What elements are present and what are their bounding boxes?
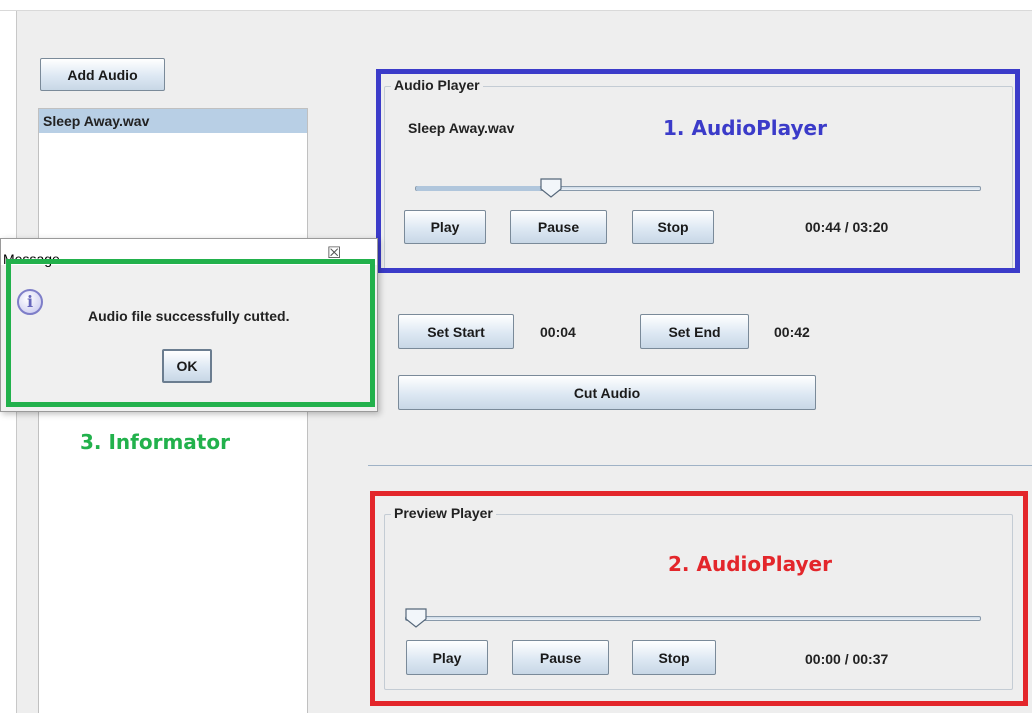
informator-annotation: 3. Informator xyxy=(80,430,230,454)
start-time-value: 00:04 xyxy=(540,324,576,340)
audio-player-highlight-box xyxy=(376,69,1020,273)
cut-audio-button[interactable]: Cut Audio xyxy=(398,375,816,410)
window-top-strip xyxy=(0,0,1032,11)
end-time-value: 00:42 xyxy=(774,324,810,340)
set-start-button[interactable]: Set Start xyxy=(398,314,514,349)
add-audio-button[interactable]: Add Audio xyxy=(40,58,165,91)
set-end-button[interactable]: Set End xyxy=(640,314,749,349)
preview-player-annotation: 2. AudioPlayer xyxy=(668,552,832,576)
separator xyxy=(368,465,1032,466)
audio-player-annotation: 1. AudioPlayer xyxy=(663,116,827,140)
list-item[interactable]: Sleep Away.wav xyxy=(39,109,307,133)
preview-player-highlight-box xyxy=(370,491,1028,706)
informator-highlight-box xyxy=(6,259,375,407)
